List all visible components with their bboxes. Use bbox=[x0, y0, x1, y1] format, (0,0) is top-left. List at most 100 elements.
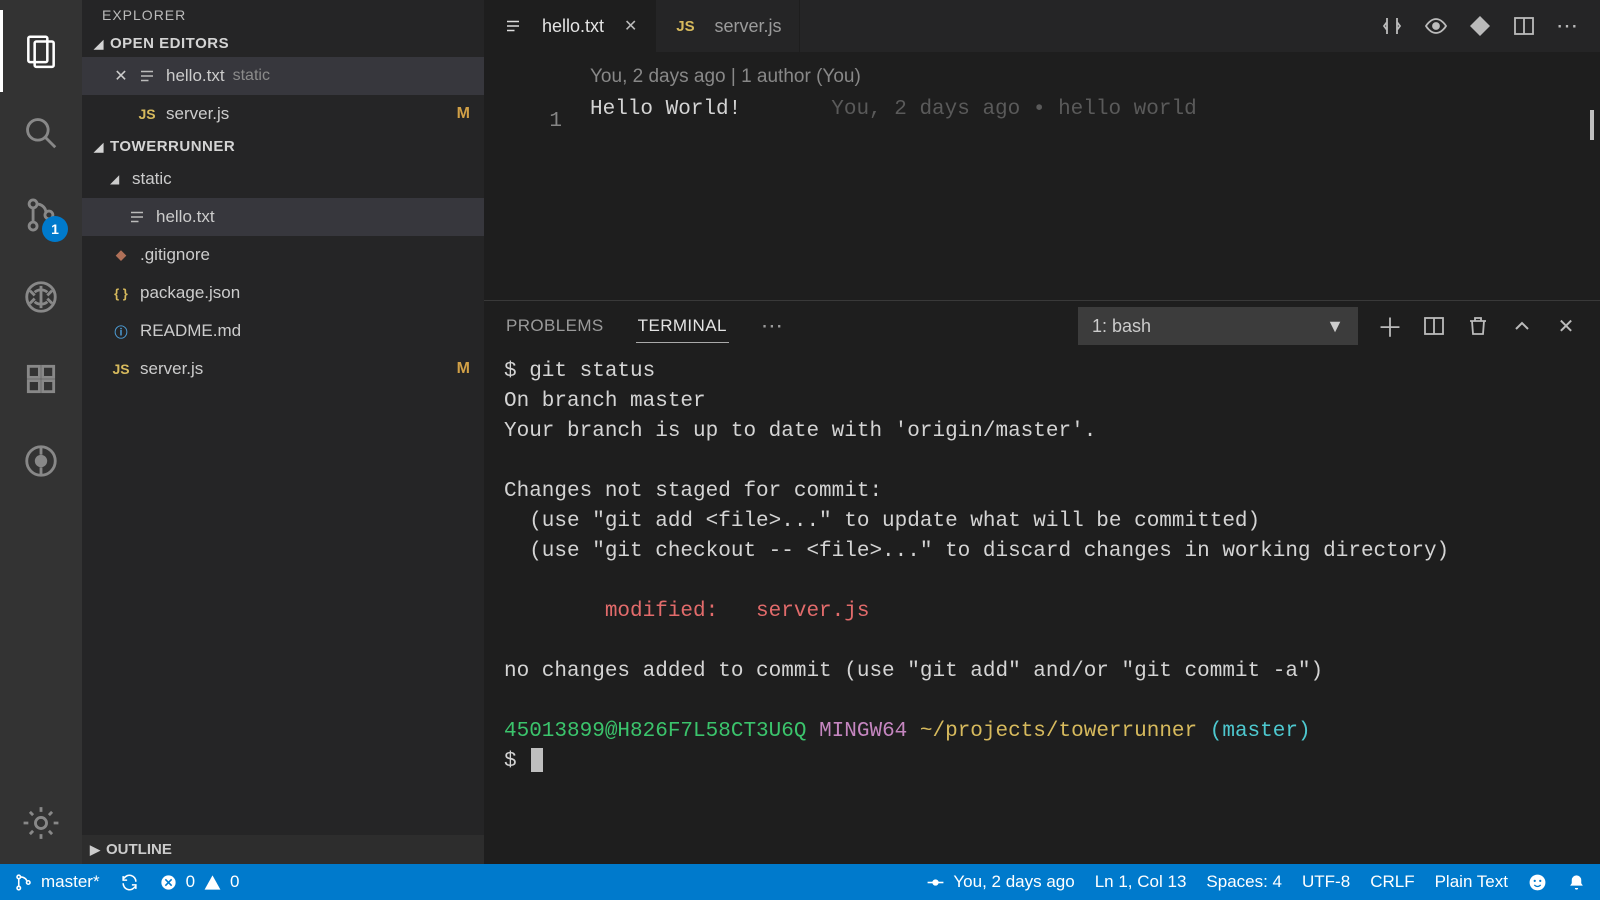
js-file-icon: JS bbox=[136, 103, 158, 125]
sidebar-title: EXPLORER bbox=[82, 0, 484, 30]
json-file-icon: { } bbox=[110, 282, 132, 304]
chevron-down-icon: ◢ bbox=[90, 37, 108, 51]
branch-label: master* bbox=[41, 872, 100, 892]
outline-header[interactable]: ▶ OUTLINE bbox=[82, 835, 484, 864]
panel-tab-problems[interactable]: PROBLEMS bbox=[504, 310, 606, 342]
chevron-down-icon: ◢ bbox=[90, 140, 108, 154]
scm-badge: 1 bbox=[42, 216, 68, 242]
file-name: hello.txt bbox=[156, 207, 215, 227]
activity-bar: 1 bbox=[0, 0, 82, 864]
status-feedback-icon[interactable] bbox=[1528, 873, 1547, 892]
more-icon[interactable]: ⋯ bbox=[759, 307, 785, 345]
tab-label: hello.txt bbox=[542, 16, 604, 37]
close-panel-icon[interactable]: ✕ bbox=[1554, 314, 1578, 338]
maximize-panel-icon[interactable] bbox=[1510, 314, 1534, 338]
file-name: server.js bbox=[166, 104, 229, 124]
file-row[interactable]: JS server.js M bbox=[82, 350, 484, 388]
chevron-right-icon: ▶ bbox=[90, 842, 100, 858]
inline-blame: You, 2 days ago • hello world bbox=[831, 98, 1196, 121]
modified-indicator: M bbox=[457, 360, 470, 378]
activity-search[interactable] bbox=[0, 92, 82, 174]
text-file-icon bbox=[126, 206, 148, 228]
status-branch[interactable]: master* bbox=[14, 872, 100, 892]
close-icon[interactable]: ✕ bbox=[624, 16, 637, 36]
code-text: Hello World! bbox=[590, 98, 741, 121]
activity-extensions[interactable] bbox=[0, 338, 82, 420]
tab-hello[interactable]: hello.txt ✕ bbox=[484, 0, 656, 52]
text-file-icon bbox=[136, 65, 158, 87]
kill-terminal-icon[interactable] bbox=[1466, 314, 1490, 338]
status-blame-label: You, 2 days ago bbox=[953, 872, 1074, 892]
text-editor[interactable]: 1 You, 2 days ago | 1 author (You) Hello… bbox=[484, 52, 1600, 300]
editor-scrollbar[interactable] bbox=[1584, 52, 1600, 300]
split-editor-icon[interactable] bbox=[1512, 14, 1536, 38]
close-icon[interactable]: ✕ bbox=[110, 66, 132, 86]
activity-settings[interactable] bbox=[0, 782, 82, 864]
status-cursor[interactable]: Ln 1, Col 13 bbox=[1095, 872, 1187, 892]
status-bar: master* 0 0 You, 2 days ago Ln 1, Col 13… bbox=[0, 864, 1600, 900]
status-language[interactable]: Plain Text bbox=[1435, 872, 1508, 892]
file-name: server.js bbox=[140, 359, 203, 379]
file-row[interactable]: ⓘ README.md bbox=[82, 312, 484, 350]
compare-icon[interactable] bbox=[1380, 14, 1404, 38]
folder-name: static bbox=[132, 169, 172, 189]
file-row[interactable]: ◆ .gitignore bbox=[82, 236, 484, 274]
open-editors-header[interactable]: ◢ OPEN EDITORS bbox=[82, 30, 484, 57]
code-area[interactable]: You, 2 days ago | 1 author (You) Hello W… bbox=[590, 52, 1600, 300]
new-terminal-icon[interactable]: ＋ bbox=[1378, 314, 1402, 338]
line-number: 1 bbox=[484, 110, 562, 133]
status-encoding[interactable]: UTF-8 bbox=[1302, 872, 1350, 892]
terminal-select[interactable]: 1: bash ▼ bbox=[1078, 307, 1358, 345]
modified-indicator: M bbox=[457, 105, 470, 123]
folder-row[interactable]: ◢ static bbox=[82, 160, 484, 198]
open-editor-item[interactable]: ✕ JS server.js M bbox=[82, 95, 484, 133]
terminal-cursor bbox=[531, 748, 543, 772]
text-file-icon bbox=[502, 15, 524, 37]
split-terminal-icon[interactable] bbox=[1422, 314, 1446, 338]
chevron-down-icon: ◢ bbox=[110, 172, 128, 186]
editor-group: hello.txt ✕ JS server.js bbox=[484, 0, 1600, 864]
file-row[interactable]: hello.txt bbox=[82, 198, 484, 236]
status-problems[interactable]: 0 0 bbox=[159, 872, 240, 892]
file-row[interactable]: { } package.json bbox=[82, 274, 484, 312]
editor-toolbar: ⋯ bbox=[1380, 0, 1600, 52]
activity-gitlens[interactable] bbox=[0, 420, 82, 502]
tab-label: server.js bbox=[714, 16, 781, 37]
codelens-blame[interactable]: You, 2 days ago | 1 author (You) bbox=[590, 66, 1600, 88]
error-count: 0 bbox=[186, 872, 195, 892]
status-bell-icon[interactable] bbox=[1567, 873, 1586, 892]
status-spaces[interactable]: Spaces: 4 bbox=[1206, 872, 1282, 892]
js-file-icon: JS bbox=[110, 358, 132, 380]
terminal-select-label: 1: bash bbox=[1092, 316, 1151, 337]
tab-server[interactable]: JS server.js bbox=[656, 0, 800, 52]
tab-bar: hello.txt ✕ JS server.js bbox=[484, 0, 1600, 52]
file-name: hello.txt bbox=[166, 66, 225, 86]
diff-icon[interactable] bbox=[1468, 14, 1492, 38]
activity-debug[interactable] bbox=[0, 256, 82, 338]
eye-icon[interactable] bbox=[1424, 14, 1448, 38]
warning-count: 0 bbox=[230, 872, 239, 892]
gutter: 1 bbox=[484, 52, 590, 300]
workspace-label: TOWERRUNNER bbox=[110, 138, 235, 155]
outline-label: OUTLINE bbox=[106, 841, 172, 858]
git-file-icon: ◆ bbox=[110, 244, 132, 266]
status-sync[interactable] bbox=[120, 873, 139, 892]
bottom-panel: PROBLEMS TERMINAL ⋯ 1: bash ▼ ＋ bbox=[484, 300, 1600, 864]
file-name: .gitignore bbox=[140, 245, 210, 265]
activity-scm[interactable]: 1 bbox=[0, 174, 82, 256]
chevron-down-icon: ▼ bbox=[1326, 316, 1344, 337]
file-name: package.json bbox=[140, 283, 240, 303]
file-path-suffix: static bbox=[233, 67, 270, 85]
js-file-icon: JS bbox=[674, 15, 696, 37]
file-name: README.md bbox=[140, 321, 241, 341]
status-blame[interactable]: You, 2 days ago bbox=[926, 872, 1074, 892]
more-icon[interactable]: ⋯ bbox=[1556, 14, 1580, 38]
activity-explorer[interactable] bbox=[0, 10, 82, 92]
workspace-header[interactable]: ◢ TOWERRUNNER bbox=[82, 133, 484, 160]
open-editors-label: OPEN EDITORS bbox=[110, 35, 229, 52]
panel-tab-terminal[interactable]: TERMINAL bbox=[636, 310, 729, 343]
open-editor-item[interactable]: ✕ hello.txt static bbox=[82, 57, 484, 95]
panel-tabs: PROBLEMS TERMINAL ⋯ 1: bash ▼ ＋ bbox=[484, 301, 1600, 351]
terminal-output[interactable]: $ git status On branch master Your branc… bbox=[484, 351, 1600, 864]
status-eol[interactable]: CRLF bbox=[1370, 872, 1414, 892]
